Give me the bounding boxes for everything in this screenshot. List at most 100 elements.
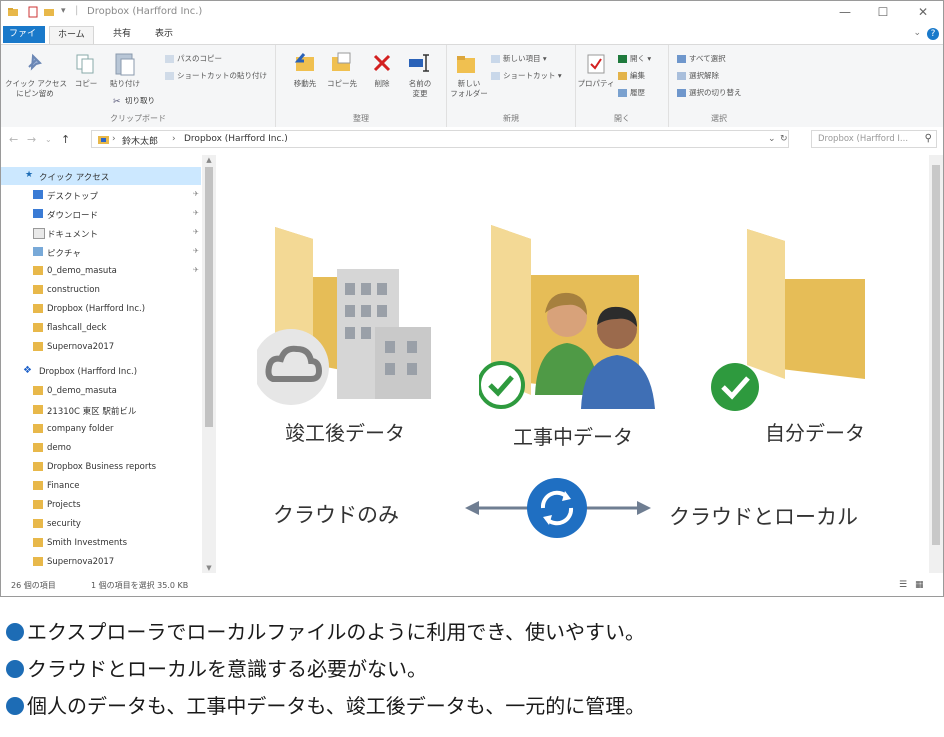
nav-item-demo-masuta-2[interactable]: 0_demo_masuta xyxy=(1,382,201,400)
nav-item-supernova2017[interactable]: Supernova2017 xyxy=(1,338,201,356)
shared-folder-icon xyxy=(33,557,43,566)
nav-scrollbar[interactable]: ▲ ▼ xyxy=(202,155,216,573)
new-folder-icon[interactable] xyxy=(43,6,55,18)
expand-ribbon-icon[interactable]: ⌄ xyxy=(913,28,921,38)
delete-icon xyxy=(373,54,391,72)
nav-item-documents[interactable]: ドキュメント ✈ xyxy=(1,224,201,242)
move-to-icon xyxy=(294,53,314,71)
refresh-icon[interactable]: ↻ xyxy=(780,134,788,144)
invert-selection-icon xyxy=(677,89,686,97)
new-item-button[interactable]: 新しい項目 ▾ xyxy=(491,53,547,64)
easy-access-button[interactable]: ショートカット ▾ xyxy=(491,70,562,81)
copy-path-button[interactable]: パスのコピー xyxy=(165,53,222,64)
breadcrumb-user[interactable]: 鈴木太郎 xyxy=(122,134,158,147)
select-all-icon xyxy=(677,55,686,63)
folder-item-completed[interactable] xyxy=(257,217,447,427)
nav-item-desktop[interactable]: デスクトップ ✈ xyxy=(1,186,201,204)
content-scroll-thumb[interactable] xyxy=(932,165,940,545)
pin-icon: ✈ xyxy=(193,190,199,198)
folder-icon xyxy=(33,500,43,509)
nav-item-company-folder[interactable]: company folder xyxy=(1,420,201,438)
tab-home[interactable]: ホーム xyxy=(49,26,94,44)
selection-info: 1 個の項目を選択 35.0 KB xyxy=(91,581,189,590)
nav-item-business-reports[interactable]: Dropbox Business reports xyxy=(1,458,201,476)
delete-button[interactable]: 削除 xyxy=(366,79,398,89)
search-input[interactable]: Dropbox (Harfford I... ⚲ xyxy=(811,130,937,148)
close-button[interactable]: ✕ xyxy=(913,3,933,21)
sync-arrows-icon xyxy=(465,478,651,538)
nav-item-quick-access[interactable]: ★ クイック アクセス xyxy=(1,167,201,185)
maximize-button[interactable]: ☐ xyxy=(873,3,893,21)
nav-item-pictures[interactable]: ピクチャ ✈ xyxy=(1,243,201,261)
navigation-pane: ★ クイック アクセス デスクトップ ✈ ダウンロード ✈ ドキュメント ✈ ピ… xyxy=(1,155,217,573)
tab-file[interactable]: ファイル xyxy=(3,26,45,56)
select-none-button[interactable]: 選択解除 xyxy=(677,70,719,81)
properties-button[interactable]: プロパティ xyxy=(576,79,616,89)
new-folder-button[interactable]: 新しい フォルダー xyxy=(447,79,491,99)
edit-button[interactable]: 編集 xyxy=(618,70,645,81)
nav-item-demo[interactable]: demo xyxy=(1,439,201,457)
properties-icon[interactable] xyxy=(27,6,39,18)
nav-item-flashcall-deck[interactable]: flashcall_deck xyxy=(1,319,201,337)
pin-quick-access-button[interactable]: クイック アクセス にピン留め xyxy=(5,79,67,99)
nav-item-ekimae-building[interactable]: 21310C 東区 駅前ビル xyxy=(1,401,201,419)
nav-item-dropbox-root[interactable]: ❖ Dropbox (Harfford Inc.) xyxy=(1,363,201,381)
cut-button[interactable]: ✂ 切り取り xyxy=(113,95,155,107)
rename-button[interactable]: 名前の 変更 xyxy=(400,79,440,99)
download-icon xyxy=(33,209,43,218)
properties-icon xyxy=(587,54,605,74)
nav-scroll-thumb[interactable] xyxy=(205,167,213,427)
scroll-down-icon[interactable]: ▼ xyxy=(202,564,216,572)
nav-item-downloads[interactable]: ダウンロード ✈ xyxy=(1,205,201,223)
nav-item-smith-investments[interactable]: Smith Investments xyxy=(1,534,201,552)
move-to-button[interactable]: 移動先 xyxy=(284,79,326,89)
up-icon[interactable]: ↑ xyxy=(61,133,70,146)
history-button[interactable]: 履歴 xyxy=(618,87,645,98)
address-bar[interactable]: › 鈴木太郎 › Dropbox (Harfford Inc.) ⌄ ↻ xyxy=(91,130,789,148)
folder-icon xyxy=(33,285,43,294)
nav-item-dropbox[interactable]: Dropbox (Harfford Inc.) xyxy=(1,300,201,318)
back-icon[interactable]: ← xyxy=(9,133,18,146)
breadcrumb-dropbox[interactable]: Dropbox (Harfford Inc.) xyxy=(184,134,288,144)
quick-access-dropdown-icon[interactable]: ▾ xyxy=(61,6,66,16)
help-icon[interactable]: ? xyxy=(927,28,939,40)
folder-icon xyxy=(8,8,18,16)
pin-icon: ✈ xyxy=(193,228,199,236)
folder-icon xyxy=(33,323,43,332)
folder-icon xyxy=(33,519,43,528)
address-dropdown-icon[interactable]: ⌄ xyxy=(768,134,776,144)
open-group: プロパティ 開く ▾ 編集 履歴 開く xyxy=(576,45,669,127)
nav-item-supernova2017-2[interactable]: Supernova2017 xyxy=(1,553,201,571)
folder-icon xyxy=(33,304,43,313)
forward-icon[interactable]: → xyxy=(27,133,36,146)
nav-item-demo-masuta[interactable]: 0_demo_masuta ✈ xyxy=(1,262,201,280)
nav-item-security[interactable]: security xyxy=(1,515,201,533)
paste-shortcut-button[interactable]: ショートカットの貼り付け xyxy=(165,70,267,81)
nav-item-projects[interactable]: Projects xyxy=(1,496,201,514)
shared-folder-icon xyxy=(33,405,43,414)
edit-icon xyxy=(618,72,627,80)
nav-item-finance[interactable]: Finance xyxy=(1,477,201,495)
bullet-icon xyxy=(6,660,24,678)
content-scrollbar[interactable] xyxy=(929,155,943,573)
paste-button[interactable]: 貼り付け xyxy=(105,79,145,89)
tab-view[interactable]: 表示 xyxy=(147,26,181,43)
minimize-button[interactable]: — xyxy=(835,3,855,21)
scroll-up-icon[interactable]: ▲ xyxy=(202,156,216,164)
folder-item-personal[interactable] xyxy=(707,225,877,425)
invert-selection-button[interactable]: 選択の切り替え xyxy=(677,87,742,98)
details-view-icon[interactable]: ☰ xyxy=(899,580,907,590)
folder-item-in-progress[interactable] xyxy=(479,219,679,429)
select-none-icon xyxy=(677,72,686,80)
nav-item-construction[interactable]: construction xyxy=(1,281,201,299)
recent-dropdown-icon[interactable]: ⌄ xyxy=(45,135,52,144)
large-icons-view-icon[interactable]: ▦ xyxy=(915,580,924,590)
copy-button[interactable]: コピー xyxy=(69,79,103,89)
new-folder-icon xyxy=(457,56,475,73)
select-all-button[interactable]: すべて選択 xyxy=(677,53,726,64)
folder-label-personal: 自分データ xyxy=(765,421,865,445)
open-button[interactable]: 開く ▾ xyxy=(618,53,651,64)
copy-to-button[interactable]: コピー先 xyxy=(322,79,362,89)
pin-icon: ✈ xyxy=(193,266,199,274)
tab-share[interactable]: 共有 xyxy=(105,26,139,43)
